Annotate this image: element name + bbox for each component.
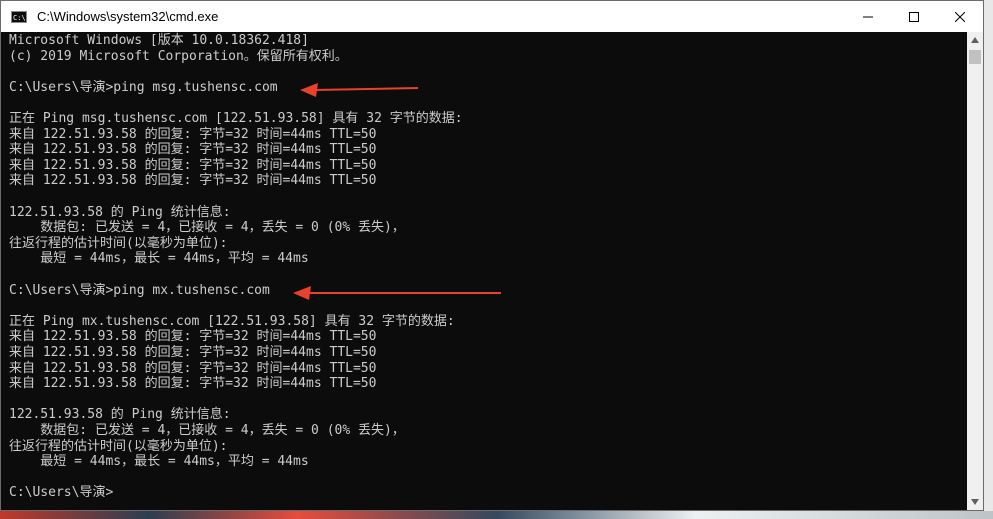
console-line: C:\Users\导演>ping msg.tushensc.com: [9, 79, 278, 95]
window-controls: [845, 1, 983, 32]
console-line: 正在 Ping msg.tushensc.com [122.51.93.58] …: [9, 111, 463, 126]
maximize-button[interactable]: [891, 1, 937, 32]
console-line: 来自 122.51.93.58 的回复: 字节=32 时间=44ms TTL=5…: [9, 173, 377, 189]
console-line: C:\Users\导演>: [9, 485, 114, 501]
console-line: C:\Users\导演>ping mx.tushensc.com: [9, 282, 270, 298]
console-line: 122.51.93.58 的 Ping 统计信息:: [9, 204, 231, 220]
console-line: 数据包: 已发送 = 4，已接收 = 4，丢失 = 0 (0% 丢失)，: [9, 220, 405, 236]
console-line: 来自 122.51.93.58 的回复: 字节=32 时间=44ms TTL=5…: [9, 345, 377, 360]
minimize-icon: [863, 16, 873, 17]
desktop-background-bottom: [0, 511, 993, 519]
desktop-background-right: [984, 0, 993, 519]
console-line: 来自 122.51.93.58 的回复: 字节=32 时间=44ms TTL=5…: [9, 360, 377, 376]
console-line: Microsoft Windows [版本 10.0.18362.418]: [9, 33, 309, 48]
console-line: 来自 122.51.93.58 的回复: 字节=32 时间=44ms TTL=5…: [9, 142, 377, 158]
scroll-down-icon: [971, 499, 979, 505]
maximize-icon: [909, 11, 919, 22]
console-line: 往返行程的估计时间(以毫秒为单位):: [9, 235, 228, 251]
vertical-scrollbar[interactable]: [967, 32, 983, 510]
scroll-thumb[interactable]: [969, 50, 981, 64]
scroll-up-button[interactable]: [967, 32, 983, 48]
cmd-window: C:\ C:\Windows\system32\cmd.exe Microsof: [0, 0, 984, 511]
title-bar[interactable]: C:\ C:\Windows\system32\cmd.exe: [1, 1, 983, 32]
console-line: 往返行程的估计时间(以毫秒为单位):: [9, 438, 228, 454]
minimize-button[interactable]: [845, 1, 891, 32]
console-line: 数据包: 已发送 = 4，已接收 = 4，丢失 = 0 (0% 丢失)，: [9, 423, 405, 438]
console-line: 最短 = 44ms，最长 = 44ms，平均 = 44ms: [9, 454, 309, 470]
console-line: 122.51.93.58 的 Ping 统计信息:: [9, 407, 231, 423]
console-output[interactable]: Microsoft Windows [版本 10.0.18362.418] (c)…: [1, 32, 967, 510]
window-title: C:\Windows\system32\cmd.exe: [37, 9, 219, 24]
scroll-up-icon: [971, 37, 979, 43]
close-button[interactable]: [937, 1, 983, 32]
cmd-app-icon: C:\: [11, 10, 27, 23]
console-line: 来自 122.51.93.58 的回复: 字节=32 时间=44ms TTL=5…: [9, 376, 377, 392]
console-line: (c) 2019 Microsoft Corporation。保留所有权利。: [9, 48, 348, 64]
close-icon: [955, 11, 965, 22]
console-line: 最短 = 44ms，最长 = 44ms，平均 = 44ms: [9, 251, 309, 267]
console-line: 来自 122.51.93.58 的回复: 字节=32 时间=44ms TTL=5…: [9, 157, 377, 173]
console-line: 来自 122.51.93.58 的回复: 字节=32 时间=44ms TTL=5…: [9, 126, 377, 142]
scroll-down-button[interactable]: [967, 494, 983, 510]
console-line: 正在 Ping mx.tushensc.com [122.51.93.58] 具…: [9, 313, 455, 329]
console-line: 来自 122.51.93.58 的回复: 字节=32 时间=44ms TTL=5…: [9, 329, 377, 345]
